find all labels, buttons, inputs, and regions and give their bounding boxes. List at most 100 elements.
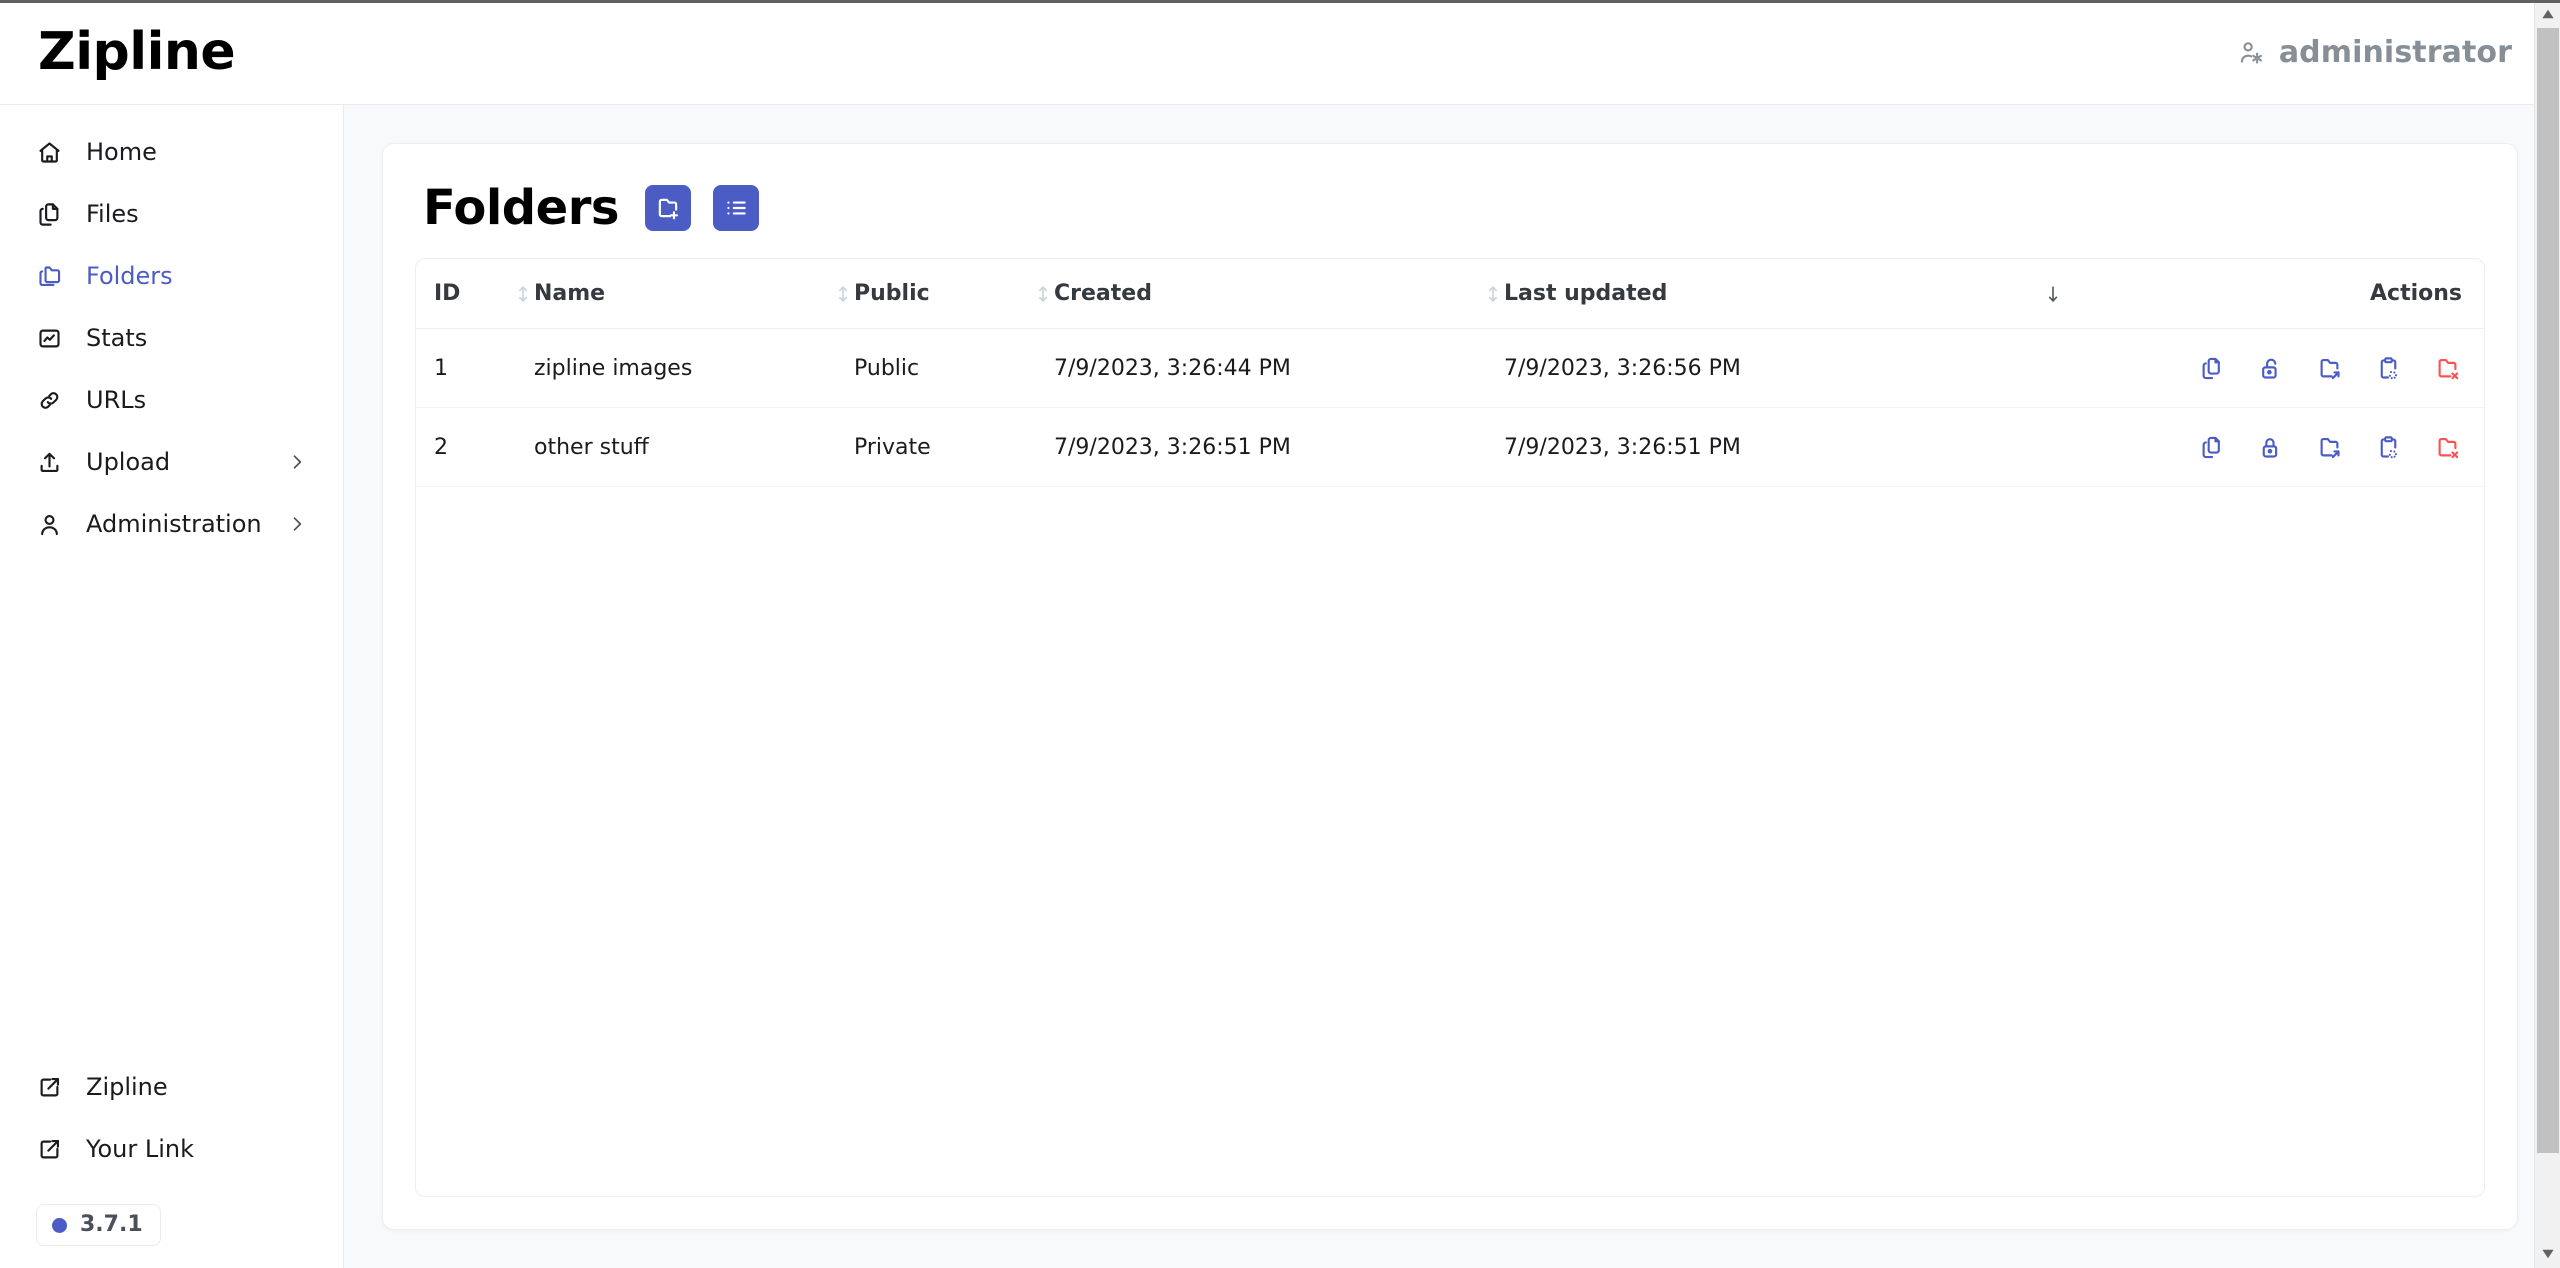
app-header: Zipline administrator xyxy=(0,0,2560,105)
column-header-last-updated[interactable]: Last updated xyxy=(1504,259,2064,329)
app-logo[interactable]: Zipline xyxy=(38,26,236,78)
table-row[interactable]: 1 zipline images Public 7/9/2023, 3:26:4… xyxy=(416,328,2484,408)
copy-files-icon xyxy=(2198,434,2225,461)
lock-closed-icon xyxy=(2257,434,2284,461)
copy-files-button[interactable] xyxy=(2196,432,2226,462)
column-header-name[interactable]: Name xyxy=(534,259,854,329)
cell-last-updated: 7/9/2023, 3:26:51 PM xyxy=(1504,407,2064,487)
table-header-row: ID Name Public Created Last updated Acti… xyxy=(416,259,2484,329)
column-header-actions: Actions xyxy=(2064,259,2484,329)
sidebar-item-files[interactable]: Files xyxy=(22,189,321,239)
main-content: Folders ID Name Public Created Last upda… xyxy=(344,105,2560,1268)
version-label: 3.7.1 xyxy=(80,1212,143,1237)
copy-link-button[interactable] xyxy=(2373,353,2403,383)
vertical-scrollbar[interactable] xyxy=(2534,0,2560,1268)
page-header: Folders xyxy=(415,172,2485,232)
cell-name: other stuff xyxy=(534,407,854,487)
delete-folder-button[interactable] xyxy=(2432,353,2462,383)
sort-toggle-icon[interactable] xyxy=(1482,283,1504,305)
version-badge[interactable]: 3.7.1 xyxy=(36,1204,161,1246)
sort-toggle-icon[interactable] xyxy=(832,283,854,305)
sidebar-footer-nav: Zipline Your Link 3.7.1 xyxy=(22,1062,321,1246)
sidebar-item-label: Administration xyxy=(86,510,262,538)
row-actions xyxy=(2064,432,2462,462)
sidebar-item-label: URLs xyxy=(86,386,147,414)
status-dot-icon xyxy=(52,1217,67,1233)
scrollbar-thumb[interactable] xyxy=(2536,28,2559,1153)
column-label: ID xyxy=(434,281,461,306)
external-link-icon xyxy=(36,1136,63,1163)
cell-created: 7/9/2023, 3:26:51 PM xyxy=(1054,407,1504,487)
sidebar-item-administration[interactable]: Administration xyxy=(22,499,321,549)
scrollbar-track[interactable] xyxy=(2535,28,2560,1240)
column-header-public[interactable]: Public xyxy=(854,259,1054,329)
clipboard-copy-icon xyxy=(2375,355,2402,382)
column-header-created[interactable]: Created xyxy=(1054,259,1504,329)
toggle-view-button[interactable] xyxy=(712,185,759,231)
files-icon xyxy=(36,201,63,228)
sidebar-link-zipline[interactable]: Zipline xyxy=(22,1062,321,1112)
cell-actions xyxy=(2064,328,2484,408)
user-cog-icon xyxy=(2238,39,2265,66)
sort-descending-icon[interactable] xyxy=(2042,283,2064,305)
sidebar-item-folders[interactable]: Folders xyxy=(22,251,321,301)
sidebar-item-label: Home xyxy=(86,138,157,166)
chart-icon xyxy=(36,325,63,352)
create-folder-button[interactable] xyxy=(644,185,691,231)
folder-share-icon xyxy=(2316,355,2343,382)
upload-icon xyxy=(36,449,63,476)
clipboard-copy-icon xyxy=(2375,434,2402,461)
folders-icon xyxy=(36,263,63,290)
column-header-id[interactable]: ID xyxy=(416,259,534,329)
visibility-button[interactable] xyxy=(2255,432,2285,462)
open-folder-button[interactable] xyxy=(2314,432,2344,462)
folder-x-icon xyxy=(2434,355,2461,382)
window-top-edge xyxy=(0,0,2560,3)
sidebar-item-label: Folders xyxy=(86,262,173,290)
sort-toggle-icon[interactable] xyxy=(1032,283,1054,305)
table-row[interactable]: 2 other stuff Private 7/9/2023, 3:26:51 … xyxy=(416,407,2484,487)
sidebar: Home Files Folders Stats URLs Upload Adm… xyxy=(0,105,344,1268)
sidebar-item-label: Stats xyxy=(86,324,148,352)
scroll-down-arrow-icon[interactable] xyxy=(2535,1240,2560,1268)
copy-files-button[interactable] xyxy=(2196,353,2226,383)
row-actions xyxy=(2064,353,2462,383)
cell-id: 1 xyxy=(416,328,534,408)
visibility-button[interactable] xyxy=(2255,353,2285,383)
column-label: Created xyxy=(1054,281,1152,306)
table-head: ID Name Public Created Last updated Acti… xyxy=(416,259,2484,329)
copy-files-icon xyxy=(2198,355,2225,382)
cell-public: Public xyxy=(854,328,1054,408)
cell-created: 7/9/2023, 3:26:44 PM xyxy=(1054,328,1504,408)
scroll-up-arrow-icon[interactable] xyxy=(2535,0,2560,28)
delete-folder-button[interactable] xyxy=(2432,432,2462,462)
sidebar-item-urls[interactable]: URLs xyxy=(22,375,321,425)
sidebar-item-upload[interactable]: Upload xyxy=(22,437,321,487)
column-label: Last updated xyxy=(1504,281,1668,306)
sidebar-item-home[interactable]: Home xyxy=(22,127,321,177)
user-icon xyxy=(36,511,63,538)
folders-card: Folders ID Name Public Created Last upda… xyxy=(382,143,2518,1230)
chevron-right-icon xyxy=(287,514,307,534)
open-folder-button[interactable] xyxy=(2314,353,2344,383)
cell-name: zipline images xyxy=(534,328,854,408)
sort-toggle-icon[interactable] xyxy=(512,283,534,305)
cell-public: Private xyxy=(854,407,1054,487)
table-body: 1 zipline images Public 7/9/2023, 3:26:4… xyxy=(416,328,2484,487)
sidebar-item-stats[interactable]: Stats xyxy=(22,313,321,363)
sidebar-item-label: Files xyxy=(86,200,139,228)
copy-link-button[interactable] xyxy=(2373,432,2403,462)
folders-table-container: ID Name Public Created Last updated Acti… xyxy=(415,258,2485,1197)
sidebar-link-your-link[interactable]: Your Link xyxy=(22,1124,321,1174)
sidebar-item-label: Upload xyxy=(86,448,171,476)
body-split: Home Files Folders Stats URLs Upload Adm… xyxy=(0,105,2560,1268)
sidebar-item-label: Your Link xyxy=(86,1135,195,1163)
cell-id: 2 xyxy=(416,407,534,487)
user-menu[interactable]: administrator xyxy=(2238,35,2522,70)
cell-actions xyxy=(2064,407,2484,487)
app-root: Zipline administrator Home Files Folders… xyxy=(0,0,2560,1268)
list-icon xyxy=(723,195,749,221)
folders-table: ID Name Public Created Last updated Acti… xyxy=(416,259,2484,487)
external-link-icon xyxy=(36,1074,63,1101)
folder-plus-icon xyxy=(655,195,681,221)
